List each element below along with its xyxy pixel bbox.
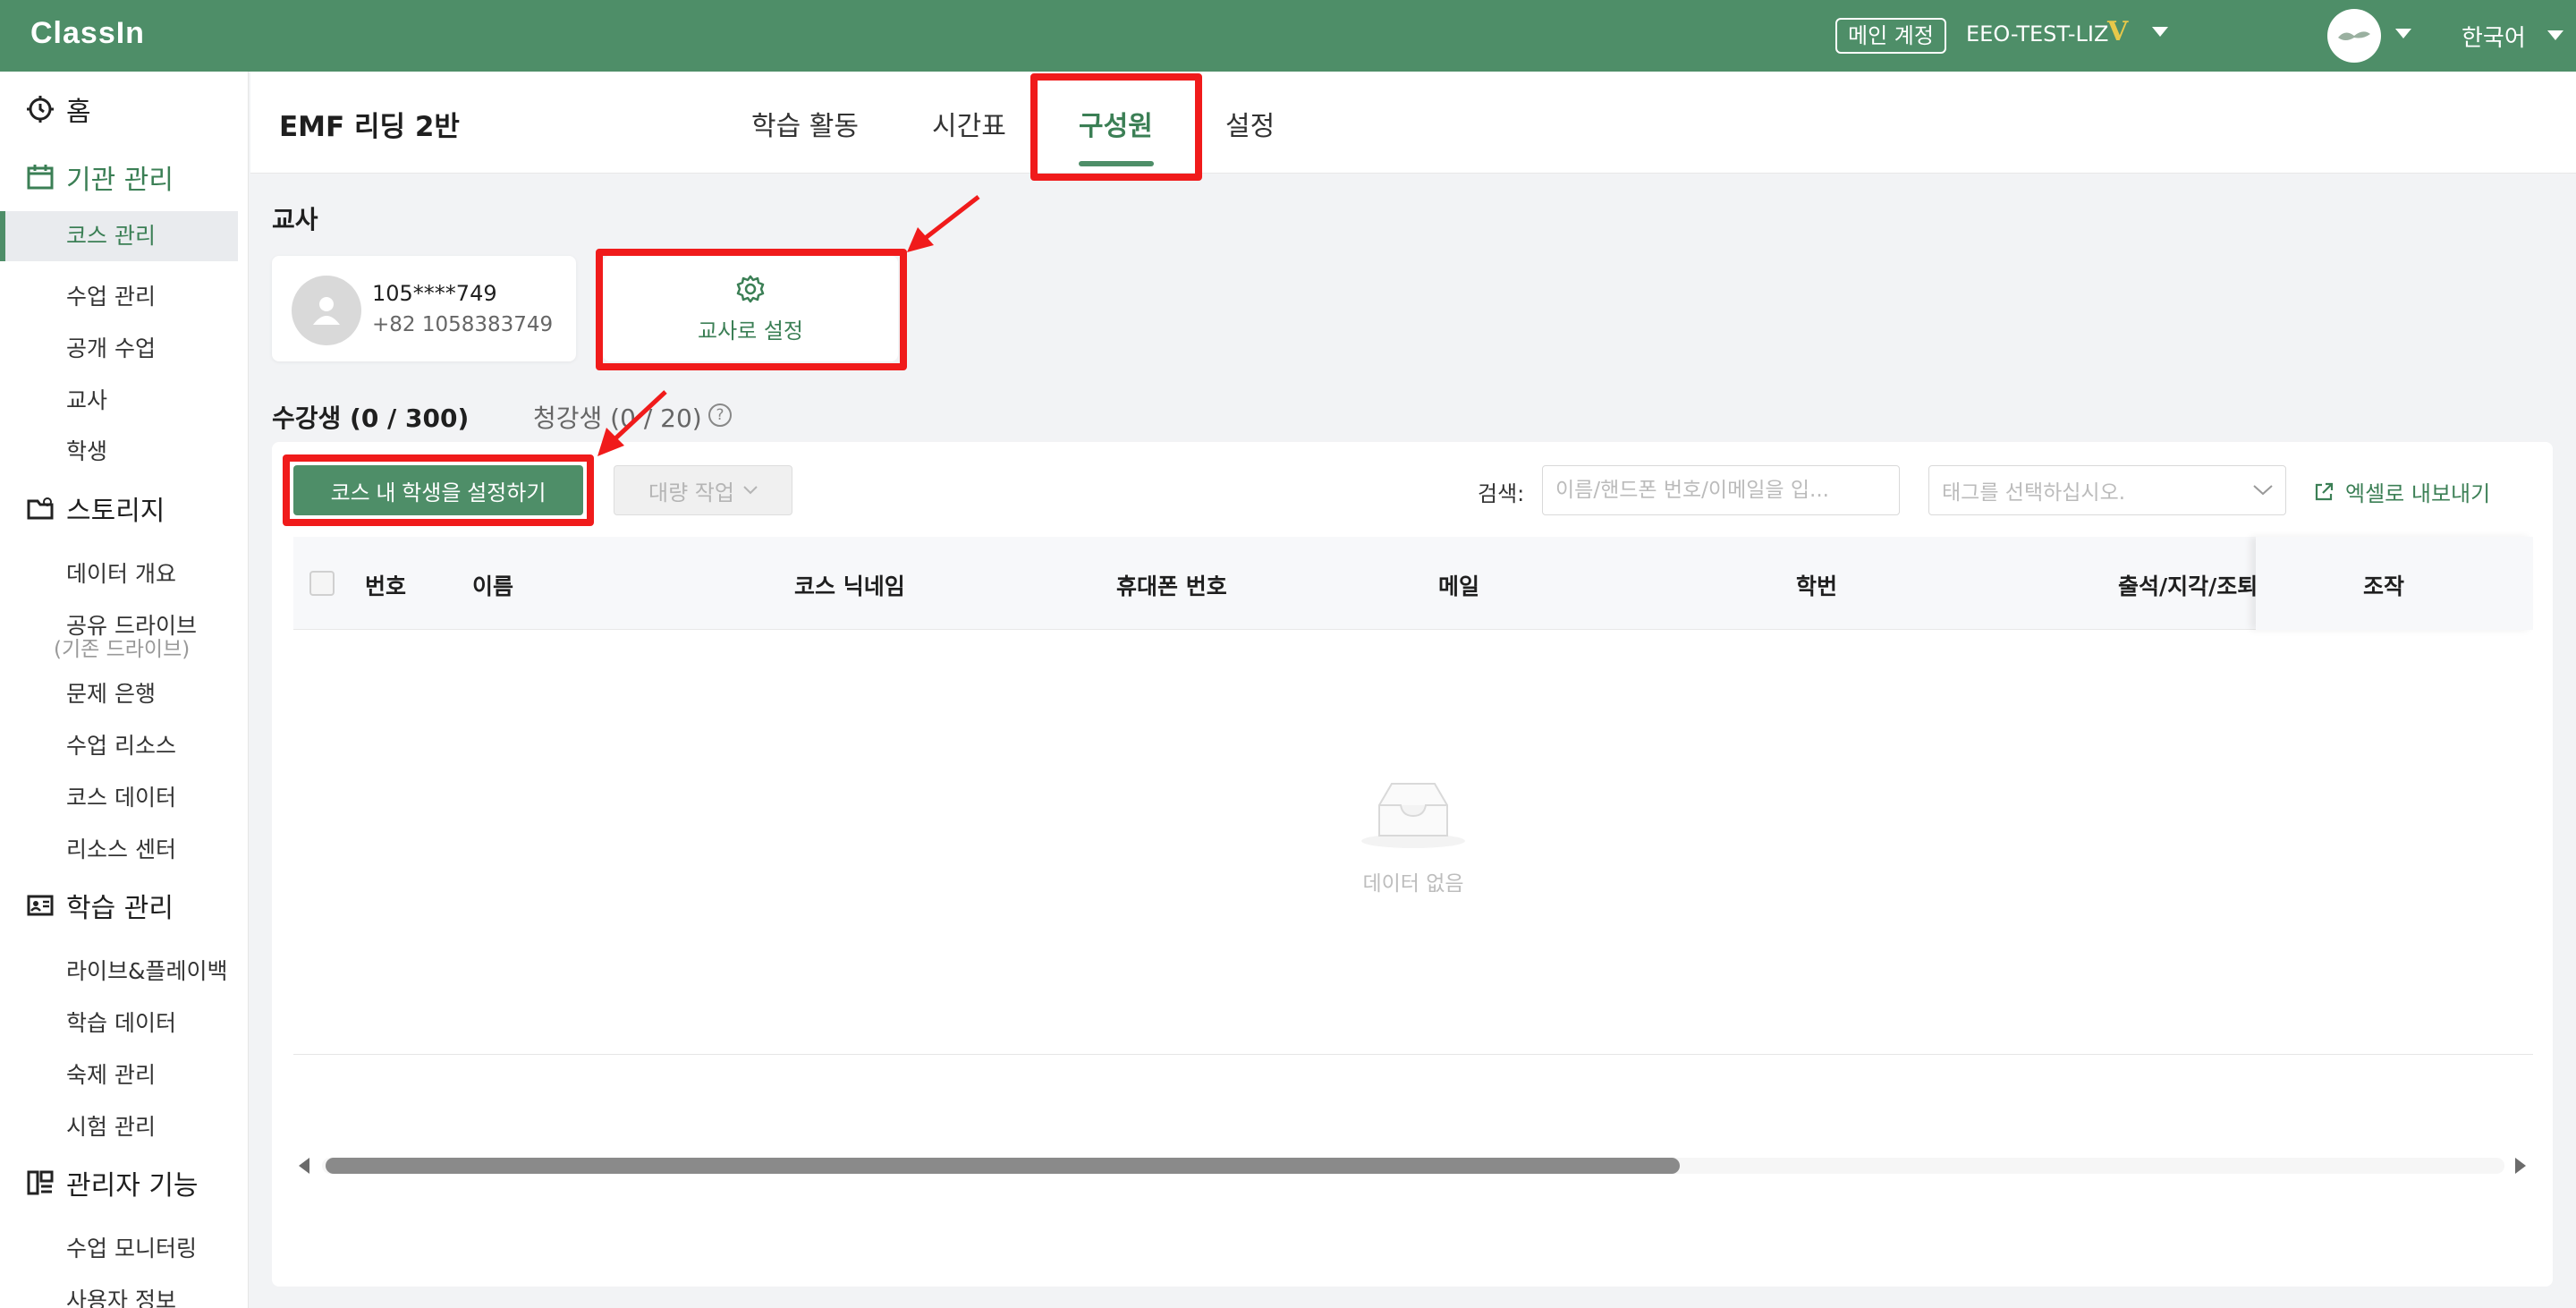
sidebar-item-class-management[interactable]: 수업 관리 (66, 279, 156, 311)
sidebar-group-storage-label: 스토리지 (66, 496, 165, 527)
sidebar-home-label: 홈 (66, 97, 91, 128)
classin-logo[interactable]: ClassIn (30, 16, 145, 51)
sidebar-item-class-monitoring[interactable]: 수업 모니터링 (66, 1231, 197, 1263)
tab-learning-activity[interactable]: 학습 활동 (751, 104, 859, 143)
scroll-right-arrow-icon[interactable] (2515, 1158, 2526, 1174)
chevron-down-icon (743, 486, 758, 495)
annotation-arrow-1 (907, 195, 980, 252)
column-header-email[interactable]: 메일 (1438, 569, 1479, 601)
tag-select[interactable]: 태그를 선택하십시오. (1928, 465, 2286, 515)
scroll-left-arrow-icon[interactable] (299, 1158, 309, 1174)
sidebar-item-question-bank[interactable]: 문제 은행 (66, 676, 156, 709)
column-header-number[interactable]: 번호 (365, 569, 406, 601)
annotation-arrow-2 (597, 390, 667, 456)
bulk-action-dropdown[interactable]: 대량 작업 (614, 465, 792, 515)
sidebar: 홈 기관 관리 코스 관리 수업 관리 공개 수업 교사 학생 스토리지 데이터… (0, 72, 249, 1308)
folder-icon (25, 493, 55, 523)
sidebar-item-user-info[interactable]: 사용자 정보 (66, 1283, 176, 1308)
sidebar-group-org[interactable]: 기관 관리 (25, 157, 174, 197)
horizontal-scrollbar-thumb[interactable] (326, 1158, 1680, 1174)
sidebar-item-data-overview[interactable]: 데이터 개요 (66, 556, 176, 589)
avatar-bird-icon (2338, 31, 2370, 40)
shared-drive-subtitle: (기존 드라이브) (54, 638, 191, 661)
sidebar-item-homework[interactable]: 숙제 관리 (66, 1057, 156, 1090)
teacher-id: 105****749 (372, 281, 497, 306)
export-excel-link[interactable]: 엑셀로 내보내기 (2313, 476, 2490, 507)
column-header-nickname[interactable]: 코스 닉네임 (794, 569, 905, 601)
sidebar-item-live-playback[interactable]: 라이브&플레이백 (66, 954, 228, 986)
bulk-action-label: 대량 작업 (648, 480, 734, 505)
top-bar: ClassIn 메인 계정 EEO-TEST-LIZ V 한국어 (0, 0, 2576, 72)
course-title: EMF 리딩 2반 (279, 111, 460, 143)
attendance-column-clip: 출석/지각/조퇴 (2118, 537, 2256, 630)
empty-state: 데이터 없음 (1306, 778, 1521, 896)
column-header-attendance[interactable]: 출석/지각/조퇴 (2118, 569, 2256, 601)
sidebar-group-learning[interactable]: 학습 관리 (25, 886, 174, 925)
teacher-avatar (292, 276, 361, 345)
enrolled-students-tab[interactable]: 수강생 (0 / 300) (272, 399, 469, 435)
vip-badge: V (2107, 16, 2129, 47)
teacher-section-label: 교사 (272, 205, 318, 234)
search-label: 검색: (1478, 481, 1525, 506)
sidebar-item-learning-data[interactable]: 학습 데이터 (66, 1006, 176, 1038)
table-bottom-divider (293, 1054, 2533, 1055)
course-header: EMF 리딩 2반 학습 활동 시간표 구성원 설정 (250, 72, 2576, 174)
gear-clock-icon (25, 94, 55, 124)
empty-state-text: 데이터 없음 (1362, 872, 1464, 896)
sidebar-item-course-data[interactable]: 코스 데이터 (66, 780, 176, 812)
sidebar-group-admin[interactable]: 관리자 기능 (25, 1163, 199, 1202)
tab-settings[interactable]: 설정 (1225, 104, 1275, 143)
account-name[interactable]: EEO-TEST-LIZ (1966, 21, 2108, 47)
language-selector[interactable]: 한국어 (2462, 20, 2526, 53)
external-link-icon (2315, 482, 2334, 500)
students-table-header: 번호 이름 코스 닉네임 휴대폰 번호 메일 학번 출석/지각/조퇴 조작 (293, 537, 2533, 630)
fixed-actions-column: 조작 (2256, 537, 2533, 630)
column-header-student-id[interactable]: 학번 (1796, 569, 1837, 601)
search-input[interactable] (1542, 465, 1900, 515)
column-header-name[interactable]: 이름 (472, 569, 513, 601)
select-all-checkbox[interactable] (309, 571, 335, 596)
tab-timetable[interactable]: 시간표 (932, 104, 1006, 143)
sidebar-group-storage[interactable]: 스토리지 (25, 488, 165, 528)
main-account-badge[interactable]: 메인 계정 (1835, 18, 1946, 54)
id-card-icon (25, 890, 55, 921)
user-dropdown-icon[interactable] (2395, 29, 2411, 38)
sidebar-item-teachers[interactable]: 교사 (66, 383, 107, 415)
annotation-box-members-tab (1030, 73, 1202, 181)
annotation-box-set-students (283, 454, 594, 526)
account-dropdown-icon[interactable] (2152, 27, 2168, 37)
export-excel-label: 엑셀로 내보내기 (2345, 481, 2491, 506)
sidebar-item-students[interactable]: 학생 (66, 434, 107, 466)
language-dropdown-icon[interactable] (2547, 30, 2563, 40)
sidebar-group-learning-label: 학습 관리 (66, 893, 174, 924)
question-icon[interactable]: ? (708, 403, 732, 427)
sidebar-item-course-management[interactable]: 코스 관리 (0, 211, 238, 261)
tag-select-placeholder: 태그를 선택하십시오. (1942, 481, 2126, 505)
admin-panel-icon (25, 1168, 55, 1198)
sidebar-item-open-class[interactable]: 공개 수업 (66, 331, 156, 363)
sidebar-item-resource-center[interactable]: 리소스 센터 (66, 832, 176, 864)
inbox-icon (1361, 783, 1465, 848)
person-icon (313, 297, 340, 325)
teacher-card[interactable]: 105****749 +82 1058383749 (272, 256, 576, 361)
column-header-actions[interactable]: 조작 (2363, 569, 2404, 601)
chevron-down-icon (2253, 485, 2273, 496)
column-header-phone[interactable]: 휴대폰 번호 (1116, 569, 1227, 601)
sidebar-group-org-label: 기관 관리 (66, 165, 174, 196)
sidebar-item-exams[interactable]: 시험 관리 (66, 1109, 156, 1142)
teacher-phone: +82 1058383749 (372, 313, 554, 336)
sidebar-item-class-resources[interactable]: 수업 리소스 (66, 728, 176, 760)
sidebar-home[interactable]: 홈 (25, 89, 91, 129)
sidebar-group-admin-label: 관리자 기능 (66, 1170, 199, 1202)
calendar-icon (25, 162, 55, 192)
annotation-box-set-teacher (596, 249, 907, 370)
user-avatar[interactable] (2327, 9, 2381, 63)
